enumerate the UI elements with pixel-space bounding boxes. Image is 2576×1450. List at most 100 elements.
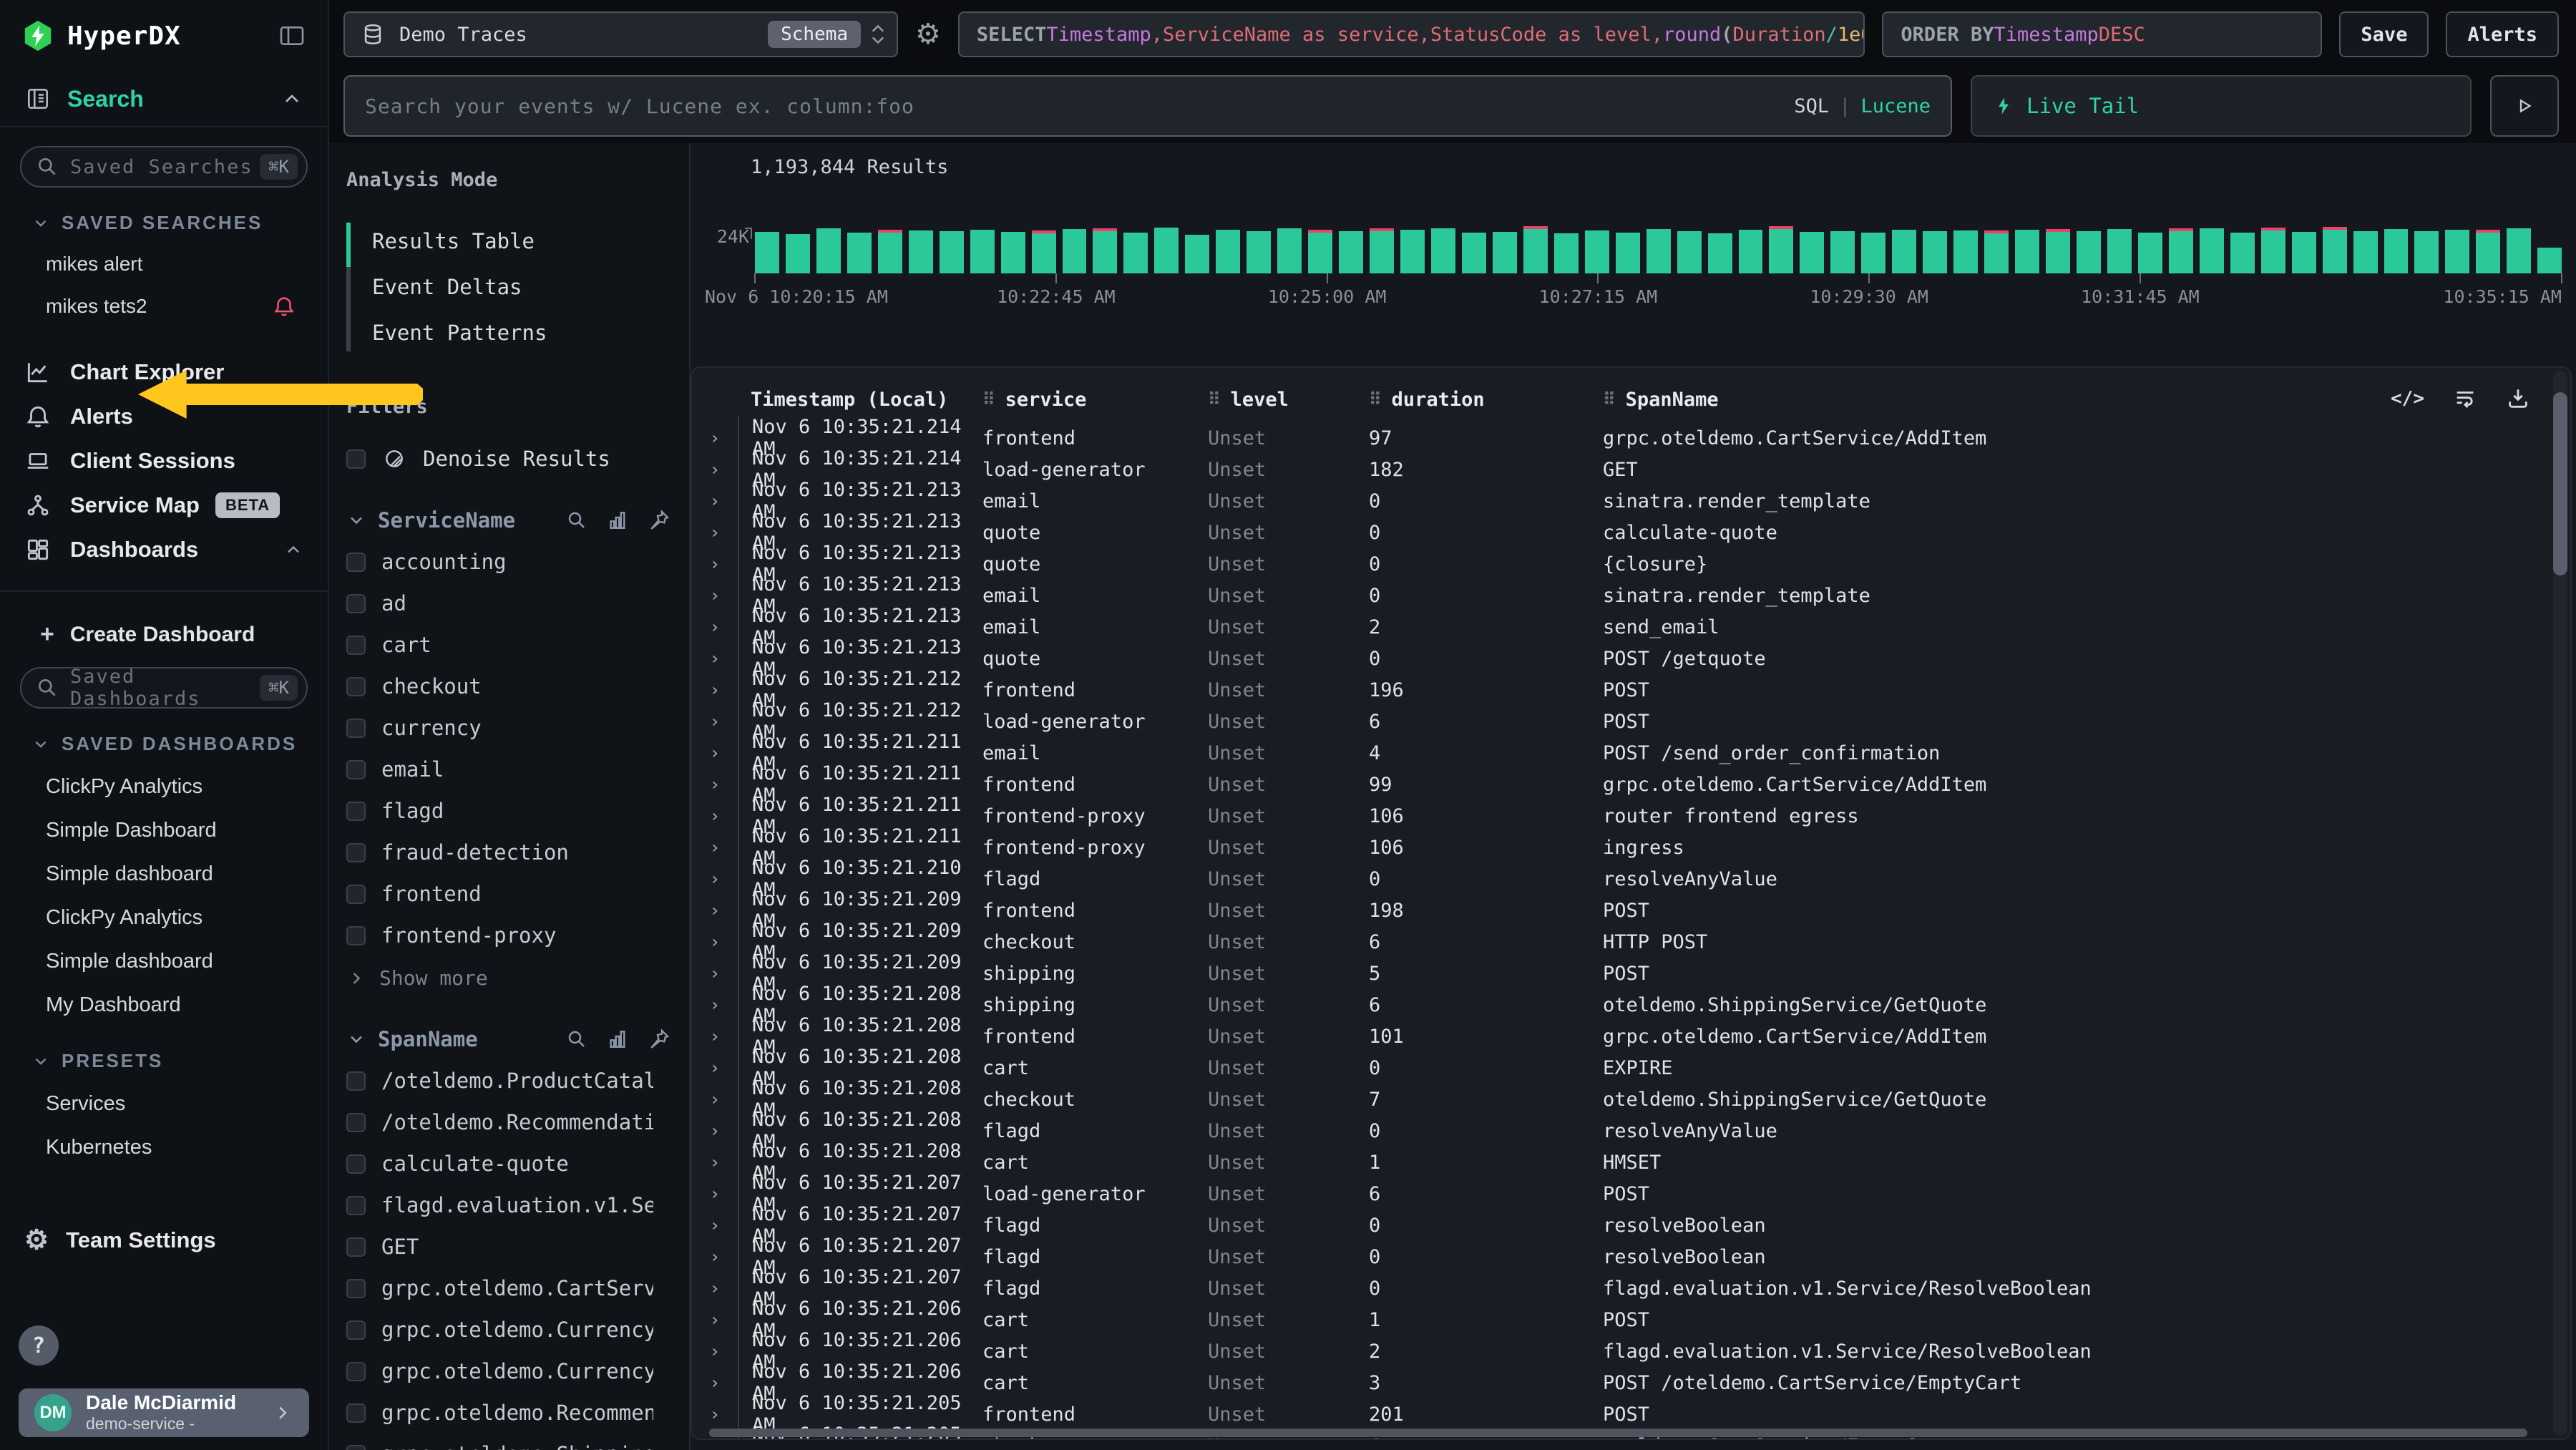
row-expand-icon[interactable]: ›: [692, 711, 738, 731]
analysis-mode-event-patterns[interactable]: Event Patterns: [351, 310, 670, 356]
histogram-bar[interactable]: [2200, 226, 2224, 273]
vertical-scrollbar-thumb[interactable]: [2553, 392, 2567, 575]
saved-dashboards-section[interactable]: SAVED DASHBOARDS: [0, 733, 328, 755]
sql-toggle[interactable]: SQL: [1794, 95, 1829, 117]
histogram-bar[interactable]: [1953, 226, 1978, 273]
histogram-bar[interactable]: [1769, 226, 1793, 273]
row-expand-icon[interactable]: ›: [692, 806, 738, 826]
saved-search-item[interactable]: mikes alert: [0, 253, 328, 276]
filter-option[interactable]: calculate-quote: [346, 1152, 670, 1176]
histogram-bar[interactable]: [1431, 226, 1455, 273]
row-expand-icon[interactable]: ›: [692, 459, 738, 480]
row-expand-icon[interactable]: ›: [692, 1058, 738, 1078]
row-expand-icon[interactable]: ›: [692, 1184, 738, 1204]
filter-option[interactable]: flagd.evaluation.v1.Ser…: [346, 1193, 670, 1217]
row-expand-icon[interactable]: ›: [692, 522, 738, 542]
histogram-bar[interactable]: [1984, 226, 2009, 273]
histogram-bar[interactable]: [878, 226, 902, 273]
histogram-bar[interactable]: [2261, 226, 2285, 273]
sidebar-collapse-icon[interactable]: [278, 21, 306, 50]
histogram-bar[interactable]: [2384, 226, 2409, 273]
alerts-button[interactable]: Alerts: [2446, 11, 2559, 57]
histogram-bar[interactable]: [1523, 226, 1548, 273]
checkbox[interactable]: [346, 677, 366, 696]
histogram-bar[interactable]: [1246, 226, 1271, 273]
sidebar-item-client-sessions[interactable]: Client Sessions: [0, 439, 328, 483]
histogram-bar[interactable]: [1462, 226, 1486, 273]
row-expand-icon[interactable]: ›: [692, 869, 738, 889]
source-settings-gear-icon[interactable]: ⚙: [915, 18, 941, 51]
filter-option[interactable]: grpc.oteldemo.CurrencyS…: [346, 1359, 670, 1383]
download-icon[interactable]: [2506, 386, 2530, 411]
histogram-bar[interactable]: [1339, 226, 1363, 273]
histogram-bar[interactable]: [816, 226, 841, 273]
analysis-mode-event-deltas[interactable]: Event Deltas: [351, 264, 670, 310]
filter-option[interactable]: email: [346, 757, 670, 782]
row-expand-icon[interactable]: ›: [692, 963, 738, 983]
sql-select-input[interactable]: SELECT Timestamp, ServiceName as service…: [958, 11, 1865, 57]
chevron-up-icon[interactable]: [283, 540, 303, 560]
live-tail-button[interactable]: Live Tail: [1971, 75, 2472, 137]
denoise-results-toggle[interactable]: Denoise Results: [346, 447, 670, 471]
histogram-bar[interactable]: [1063, 226, 1087, 273]
histogram-bar[interactable]: [1001, 226, 1025, 273]
row-expand-icon[interactable]: ›: [692, 774, 738, 794]
histogram-bar[interactable]: [1154, 226, 1179, 273]
checkbox[interactable]: [346, 1071, 366, 1091]
histogram-bar[interactable]: [2292, 226, 2316, 273]
row-expand-icon[interactable]: ›: [692, 1152, 738, 1172]
histogram-bar[interactable]: [909, 226, 933, 273]
checkbox[interactable]: [346, 553, 366, 572]
row-expand-icon[interactable]: ›: [692, 1215, 738, 1235]
histogram-bar[interactable]: [1739, 226, 1763, 273]
filter-option[interactable]: grpc.oteldemo.CartServi…: [346, 1276, 670, 1300]
chart-icon[interactable]: [606, 509, 629, 532]
row-expand-icon[interactable]: ›: [692, 900, 738, 920]
filter-option[interactable]: grpc.oteldemo.Recommend…: [346, 1401, 670, 1425]
checkbox[interactable]: [346, 449, 366, 469]
histogram-bar[interactable]: [2230, 226, 2255, 273]
histogram-bar[interactable]: [1708, 226, 1732, 273]
row-expand-icon[interactable]: ›: [692, 743, 738, 763]
row-expand-icon[interactable]: ›: [692, 1089, 738, 1109]
column-header-duration[interactable]: ⠿duration: [1369, 389, 1603, 411]
row-expand-icon[interactable]: ›: [692, 1373, 738, 1393]
search-icon[interactable]: [566, 510, 587, 531]
drag-handle-icon[interactable]: ⠿: [982, 389, 995, 409]
histogram-bar[interactable]: [2537, 226, 2562, 273]
row-expand-icon[interactable]: ›: [692, 1310, 738, 1330]
histogram-bar[interactable]: [1616, 226, 1640, 273]
saved-search-item[interactable]: mikes tets2: [0, 294, 328, 318]
checkbox[interactable]: [346, 1320, 366, 1340]
checkbox[interactable]: [346, 1403, 366, 1423]
histogram-bar[interactable]: [2169, 226, 2193, 273]
chevron-up-icon[interactable]: [280, 87, 303, 110]
row-expand-icon[interactable]: ›: [692, 1121, 738, 1141]
row-expand-icon[interactable]: ›: [692, 554, 738, 574]
search-icon[interactable]: [566, 1028, 587, 1050]
histogram-bar[interactable]: [1185, 226, 1209, 273]
saved-searches-section[interactable]: SAVED SEARCHES: [0, 212, 328, 234]
histogram-bar[interactable]: [1400, 226, 1425, 273]
histogram-bar[interactable]: [2507, 226, 2531, 273]
checkbox[interactable]: [346, 802, 366, 821]
wrap-lines-icon[interactable]: [2453, 386, 2477, 411]
row-expand-icon[interactable]: ›: [692, 837, 738, 857]
histogram-bar[interactable]: [1861, 226, 1885, 273]
filter-group-header[interactable]: ServiceName: [346, 508, 670, 532]
create-dashboard-button[interactable]: + Create Dashboard: [0, 621, 328, 648]
histogram-bar[interactable]: [2414, 226, 2439, 273]
histogram-bar[interactable]: [970, 226, 995, 273]
row-expand-icon[interactable]: ›: [692, 1278, 738, 1298]
histogram-bar[interactable]: [1277, 226, 1302, 273]
histogram-bar[interactable]: [1093, 226, 1117, 273]
pin-icon[interactable]: [648, 1028, 670, 1051]
preset-item[interactable]: Kubernetes: [0, 1136, 328, 1159]
histogram-bar[interactable]: [786, 226, 810, 273]
histogram-bar[interactable]: [940, 226, 964, 273]
filter-option[interactable]: frontend: [346, 882, 670, 906]
histogram-bar[interactable]: [1308, 226, 1332, 273]
checkbox[interactable]: [346, 1237, 366, 1257]
filter-option[interactable]: /oteldemo.ProductCatalo…: [346, 1069, 670, 1093]
saved-dashboards-input[interactable]: Saved Dashboards ⌘K: [20, 667, 308, 709]
